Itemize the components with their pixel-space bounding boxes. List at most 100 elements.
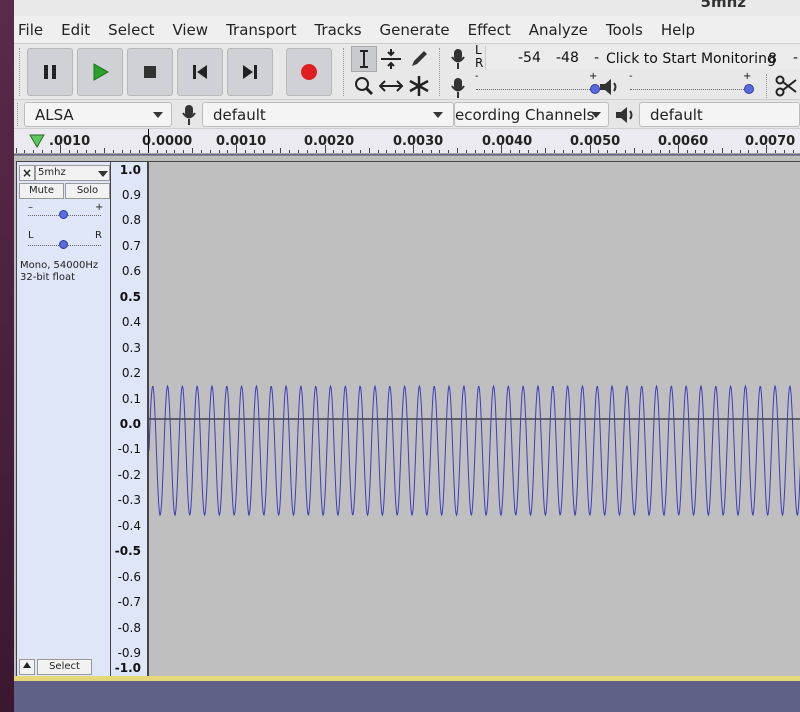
playback-device-select[interactable]: default — [639, 102, 800, 127]
ruler-tick — [315, 150, 317, 153]
start-monitoring-label[interactable]: Click to Start Monitoring — [606, 51, 776, 67]
ruler-tick — [245, 150, 247, 153]
meter-grip[interactable] — [439, 48, 442, 96]
menu-generate[interactable]: Generate — [371, 21, 459, 39]
mic-icon-small — [451, 78, 465, 98]
pause-button[interactable] — [27, 48, 73, 96]
menu-analyze[interactable]: Analyze — [520, 21, 597, 39]
skip-end-icon — [243, 65, 257, 79]
menu-transport[interactable]: Transport — [217, 21, 305, 39]
ruler-tick — [42, 150, 44, 153]
amp-label: -0.8 — [117, 621, 141, 635]
ruler-tick — [536, 150, 538, 153]
amp-label: 0.2 — [121, 366, 141, 380]
skip-to-end-button[interactable] — [227, 48, 273, 96]
menu-tracks[interactable]: Tracks — [305, 21, 370, 39]
playback-volume-slider[interactable] — [630, 89, 750, 90]
meter-scale-54: -54 — [518, 50, 541, 66]
edit-grip[interactable] — [766, 74, 769, 98]
amp-label: 0.3 — [121, 341, 141, 355]
amp-label: 0.1 — [121, 392, 141, 406]
meter-l-label: L — [475, 43, 482, 57]
waveform-display[interactable] — [148, 161, 800, 677]
tools-grip[interactable] — [343, 48, 346, 96]
draw-tool[interactable] — [406, 46, 432, 72]
select-track-button[interactable]: Select — [37, 659, 92, 675]
time-shift-tool[interactable] — [378, 73, 404, 99]
recording-volume-slider[interactable] — [476, 89, 596, 90]
ruler-tick — [774, 150, 776, 153]
stop-button[interactable] — [127, 48, 173, 96]
ruler-tick — [598, 150, 600, 153]
timeline-ruler[interactable]: .0010 0.0000 0.0010 0.0020 0.0030 0.0040… — [14, 128, 800, 154]
play-button[interactable] — [77, 48, 123, 96]
rec-volume-minus: - — [475, 71, 479, 82]
ruler-tick — [421, 150, 423, 153]
amp-label: 0.5 — [119, 290, 141, 304]
device-grip[interactable] — [17, 103, 20, 126]
ruler-tick — [130, 150, 132, 153]
zoom-tool[interactable] — [351, 73, 377, 99]
cut-button[interactable] — [773, 73, 799, 99]
close-track-button[interactable]: × — [19, 165, 35, 181]
menu-view[interactable]: View — [163, 21, 217, 39]
rec-volume-plus: + — [589, 71, 598, 82]
selection-tool[interactable] — [351, 46, 377, 72]
audio-host-select[interactable]: ALSA — [24, 102, 172, 127]
ruler-tick — [33, 150, 35, 153]
waveform-line — [149, 384, 800, 517]
ruler-tick — [77, 150, 79, 153]
ruler-tick — [298, 150, 300, 153]
ruler-tick — [412, 145, 414, 153]
ruler-tick — [103, 148, 105, 153]
mute-button[interactable]: Mute — [19, 183, 64, 199]
ruler-tick — [589, 145, 591, 153]
ruler-tick — [68, 150, 70, 153]
playback-speaker-icon — [616, 107, 633, 123]
ruler-label: 0.0010 — [216, 134, 267, 149]
double-arrow-icon — [379, 80, 403, 92]
speaker-icon — [600, 79, 617, 95]
menu-file[interactable]: File — [14, 21, 52, 39]
amp-label: -0.7 — [117, 595, 141, 609]
solo-button[interactable]: Solo — [65, 183, 110, 199]
gain-slider-thumb[interactable] — [59, 210, 68, 219]
skip-to-start-button[interactable] — [177, 48, 223, 96]
menu-help[interactable]: Help — [652, 21, 704, 39]
amp-label: 0.4 — [121, 315, 141, 329]
pan-right-label: R — [95, 230, 102, 241]
ruler-tick — [571, 150, 573, 153]
menu-select[interactable]: Select — [99, 21, 163, 39]
menu-effect[interactable]: Effect — [459, 21, 520, 39]
ruler-tick — [333, 150, 335, 153]
ruler-tick — [633, 148, 635, 153]
multi-tool[interactable] — [406, 73, 432, 99]
amp-label: 0.6 — [121, 264, 141, 278]
collapse-track-button[interactable] — [19, 659, 35, 675]
track-bit-depth-info: 32-bit float — [20, 272, 76, 283]
envelope-tool[interactable] — [378, 46, 404, 72]
play-head-marker-icon[interactable] — [29, 134, 45, 148]
play-volume-minus: - — [629, 71, 633, 82]
recording-channels-select[interactable]: ecording Channels — [454, 102, 609, 127]
ruler-tick — [748, 150, 750, 153]
ruler-tick — [253, 150, 255, 153]
pan-slider-thumb[interactable] — [59, 240, 68, 249]
toolbar-grip[interactable] — [19, 48, 22, 96]
track-area: × 5mhz Mute Solo – + L R Mono, 54000Hz 3… — [14, 155, 800, 680]
magnifier-icon — [355, 77, 374, 96]
recording-meter[interactable]: -54 -48 - Click to Start Monitoring 8 - — [485, 46, 800, 70]
ruler-tick — [713, 150, 715, 153]
ruler-tick — [112, 150, 114, 153]
menu-edit[interactable]: Edit — [52, 21, 99, 39]
recording-device-select[interactable]: default — [202, 102, 454, 127]
menu-tools[interactable]: Tools — [597, 21, 652, 39]
ruler-tick — [439, 150, 441, 153]
meter-scale-suffix: 8 — [768, 51, 777, 67]
amp-label: -0.9 — [117, 646, 141, 660]
record-button[interactable] — [286, 48, 332, 96]
ruler-tick — [545, 148, 547, 153]
ruler-tick — [59, 145, 61, 153]
playback-volume-thumb[interactable] — [744, 84, 754, 94]
track-name-menu[interactable]: 5mhz — [35, 165, 110, 181]
